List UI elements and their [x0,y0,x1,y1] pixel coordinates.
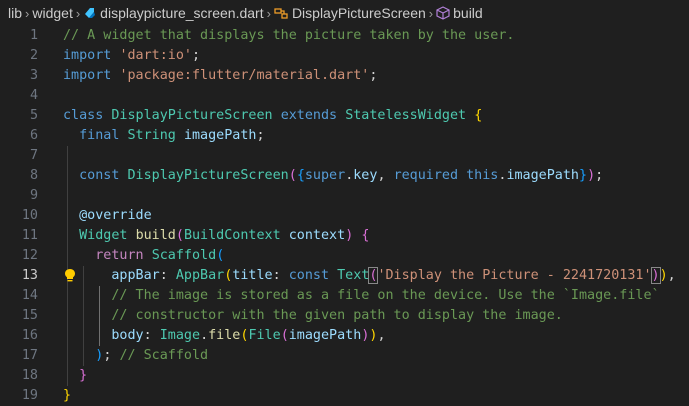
keyword-token: const [79,168,120,183]
string-token: 'package:flutter/material.dart' [119,68,370,83]
comment-token: // Scaffold [119,348,209,363]
comment-token: // A widget that displays the picture ta… [63,28,515,43]
keyword-token: const [288,268,330,283]
code-line: 6 final String imagePath; [0,126,689,146]
string-token: 'dart:io' [119,48,192,63]
code-line-current: 13 appBar: AppBar(title: const Text('Dis… [0,266,689,286]
type-token: DisplayPictureScreen [111,108,273,123]
keyword-token: required [393,168,459,183]
type-token: Image [159,328,201,343]
code-line: 9 [0,186,689,206]
variable-token: key [353,168,378,183]
keyword-token: import [63,48,112,63]
dart-file-icon [83,6,97,20]
keyword-token: import [63,68,112,83]
line-number: 15 [21,308,38,323]
code-line: 15 // constructor with the given path to… [0,306,689,326]
variable-token: context [288,228,346,243]
breadcrumb-item-widget[interactable]: widget [32,5,72,21]
type-token: Widget [79,228,128,243]
line-number: 8 [29,168,38,183]
method-symbol-icon [436,6,450,20]
line-number: 3 [29,68,38,83]
function-token: build [135,228,176,243]
line-number: 1 [29,28,38,43]
code-line: 1 // A widget that displays the picture t… [0,26,689,46]
code-line: 18 } [0,366,689,386]
line-number: 13 [21,268,38,283]
line-number: 16 [21,328,38,343]
type-token: File [248,328,281,343]
keyword-token: extends [280,108,338,123]
type-token: BuildContext [183,228,281,243]
type-token: AppBar [175,268,225,283]
breadcrumb-item-lib[interactable]: lib [8,5,22,21]
code-line: 19} [0,386,689,406]
code-line: 11 Widget build(BuildContext context) { [0,226,689,246]
line-number: 19 [21,388,38,403]
breadcrumb-label: DisplayPictureScreen [291,5,426,21]
breadcrumb: lib › widget › displaypicture_screen.dar… [0,0,689,26]
breadcrumb-label: build [453,5,483,21]
breadcrumb-label: widget [32,5,73,21]
line-number: 4 [29,88,38,103]
breadcrumb-label: lib [8,5,23,21]
code-line: 3 import 'package:flutter/material.dart'; [0,66,689,86]
string-token: 'Display the Picture - 2241720131' [377,268,652,283]
code-line: 17 ); // Scaffold [0,346,689,366]
breadcrumb-item-file[interactable]: displaypicture_screen.dart [83,5,264,21]
line-number: 10 [21,208,38,223]
line-number: 7 [29,148,38,163]
keyword-token: class [63,108,104,123]
variable-token: imagePath [506,168,579,183]
breadcrumb-item-class[interactable]: DisplayPictureScreen [274,5,426,21]
code-line: 12 return Scaffold( [0,246,689,266]
code-line: 8 const DisplayPictureScreen({super.key,… [0,166,689,186]
code-line: 4 [0,86,689,106]
function-token: file [208,328,241,343]
code-line: 16 body: Image.file(File(imagePath)), [0,326,689,346]
chevron-right-icon: › [75,5,81,21]
type-token: String [127,128,176,143]
chevron-right-icon: › [25,5,30,21]
property-token: appBar [111,268,160,283]
line-number: 17 [21,348,38,363]
type-token: Text [337,268,370,283]
variable-token: imagePath [183,128,257,143]
breadcrumb-label: displaypicture_screen.dart [100,5,264,21]
line-number: 14 [21,288,38,303]
keyword-token: return [95,248,144,263]
line-number: 6 [29,128,38,143]
line-number: 5 [29,108,38,123]
line-number: 18 [21,368,38,383]
property-token: title [232,268,273,283]
keyword-token: this [466,168,499,183]
code-line: 5 class DisplayPictureScreen extends Stat… [0,106,689,126]
type-token: DisplayPictureScreen [127,168,289,183]
comment-token: // The image is stored as a file on the … [111,288,660,303]
code-line: 14 // The image is stored as a file on t… [0,286,689,306]
keyword-token: super [304,168,346,183]
line-number: 12 [21,248,38,263]
code-line: 7 [0,146,689,166]
line-number: 2 [29,48,38,63]
annotation-token: @override [79,208,152,223]
type-token: Scaffold [151,248,217,263]
chevron-right-icon: › [266,5,271,21]
breadcrumb-item-method[interactable]: build [436,5,483,21]
keyword-token: final [79,128,120,143]
line-number: 11 [21,228,38,243]
code-line: 10 @override [0,206,689,226]
code-editor[interactable]: 1 // A widget that displays the picture t… [0,26,689,406]
class-symbol-icon [274,6,289,20]
type-token: StatelessWidget [345,108,467,123]
property-token: body [111,328,144,343]
code-line: 2 import 'dart:io'; [0,46,689,66]
variable-token: imagePath [288,328,362,343]
chevron-right-icon: › [428,5,434,21]
comment-token: // constructor with the given path to di… [111,308,563,323]
line-number: 9 [29,188,38,203]
